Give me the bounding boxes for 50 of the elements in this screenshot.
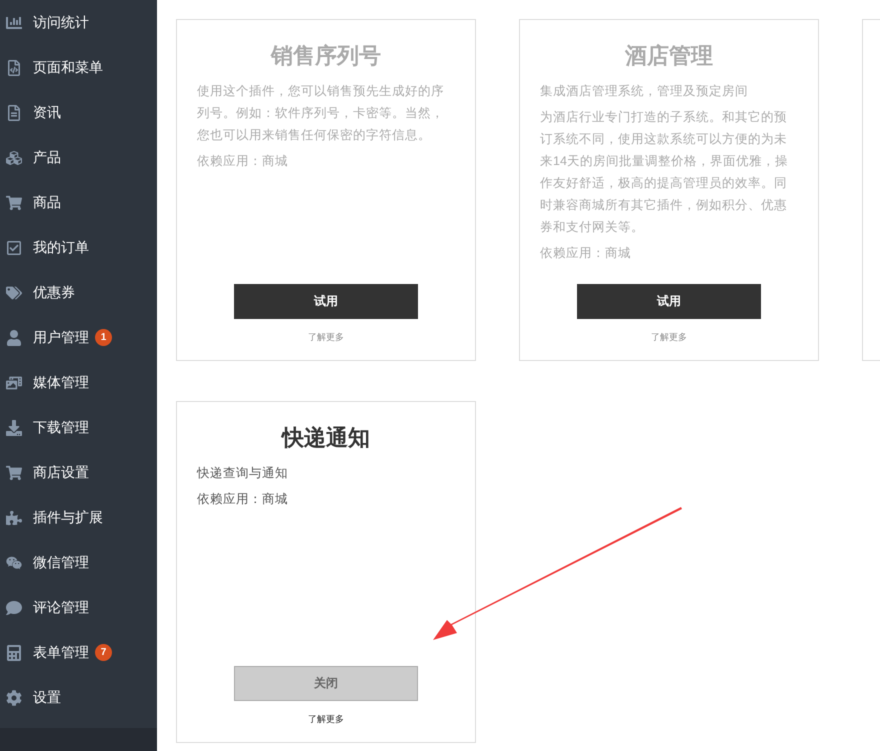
sidebar-item[interactable]: 用户管理 1: [0, 315, 157, 360]
plugin-description: 依赖应用：商城: [197, 153, 289, 170]
sidebar-item[interactable]: 商店设置: [0, 450, 157, 495]
tag-icon: [6, 284, 22, 300]
sidebar-item[interactable]: 下载管理: [0, 405, 157, 450]
count-badge: 7: [95, 644, 112, 661]
sidebar-item[interactable]: 插件与扩展: [0, 495, 157, 540]
bar-chart-icon: [6, 14, 22, 30]
sidebar-item[interactable]: 页面和菜单: [0, 45, 157, 90]
cart-icon: [6, 464, 22, 480]
cart-icon: [6, 194, 22, 210]
calculator-icon: [6, 644, 22, 660]
user-icon: [6, 330, 22, 346]
plugin-description: 使用这个插件，您可以销售预先生成好的序列号。例如：软件序列号，卡密等。当然，您也可以用来销售任何保密的字符信息。: [197, 83, 445, 144]
count-badge: 1: [95, 329, 112, 346]
plugin-description: 依赖应用：商城: [540, 245, 632, 262]
settings-icon: [6, 690, 22, 706]
media-icon: [6, 374, 22, 390]
comment-icon: [6, 600, 22, 616]
plugin-description: 为酒店行业专门打造的子系统。和其它的预订系统不同，使用这款系统可以方便的为未来14天的房间批量调整价格，界面优雅，操作友好舒适，极高的提高管理员的效率。同时兼容商城所有其它插件，例如积分、优惠券和支付网关等。: [540, 109, 789, 236]
try-button[interactable]: 试用: [577, 284, 761, 318]
sidebar-item[interactable]: 表单管理 7: [0, 630, 157, 675]
puzzle-icon: [6, 510, 22, 526]
code-file-icon: [6, 60, 22, 76]
sidebar-item[interactable]: 我的订单: [0, 225, 157, 270]
sidebar-item[interactable]: 媒体管理: [0, 360, 157, 405]
sidebar-item[interactable]: 访问统计: [0, 0, 157, 45]
plugin-description: 依赖应用：商城: [197, 491, 289, 508]
sidebar-item[interactable]: 产品: [0, 135, 157, 180]
chat-bubbles-icon: [6, 554, 22, 570]
cubes-icon: [6, 150, 22, 166]
plugin-title: 快递通知: [280, 424, 371, 452]
sidebar-item[interactable]: 微信管理: [0, 540, 157, 585]
checkbox-icon: [6, 240, 22, 256]
download-icon: [6, 420, 22, 436]
try-button[interactable]: 试用: [234, 284, 418, 318]
learn-more-link[interactable]: 了解更多: [651, 330, 687, 344]
plugin-title: 酒店管理: [624, 42, 714, 70]
plugin-title: 销售序列号: [269, 42, 382, 70]
document-icon: [6, 104, 22, 120]
plugin-description: 集成酒店管理系统，管理及预定房间: [540, 83, 749, 100]
sidebar-item[interactable]: 设置: [0, 675, 157, 720]
plugin-description: 快递查询与通知: [197, 465, 289, 482]
learn-more-link[interactable]: 了解更多: [308, 712, 344, 726]
sidebar-item[interactable]: 优惠券: [0, 270, 157, 315]
sidebar-item[interactable]: 商品: [0, 180, 157, 225]
sidebar-item[interactable]: 资讯: [0, 90, 157, 135]
close-button[interactable]: 关闭: [234, 666, 418, 700]
learn-more-link[interactable]: 了解更多: [308, 330, 344, 344]
sidebar-item[interactable]: 评论管理: [0, 585, 157, 630]
